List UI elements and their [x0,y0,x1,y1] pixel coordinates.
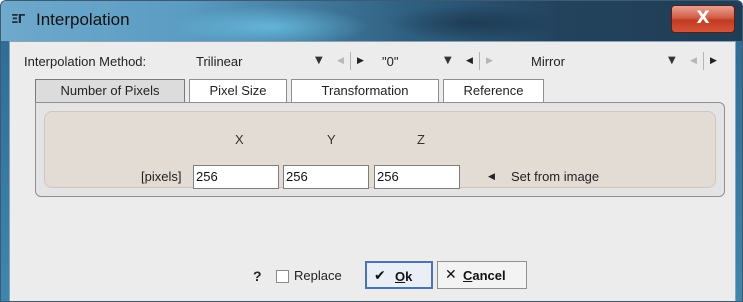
tab-panel: X Y Z [pixels] 256 256 256 ◀ Set from im… [35,102,725,197]
column-header-x: X [235,132,244,147]
ok-button-label: Ok [395,269,413,284]
divider [479,52,480,70]
third-dropdown-value[interactable]: Mirror [531,54,565,69]
method-dropdown-arrow-icon[interactable]: ▼ [315,55,323,66]
cancel-button[interactable]: ✕ Cancel [437,261,527,289]
ok-button[interactable]: ✔ Ok [365,261,433,289]
replace-label[interactable]: Replace [294,268,342,283]
pixels-row-label: [pixels] [141,169,182,184]
method-prev-arrow-icon[interactable]: ◀ [337,56,344,66]
third-dropdown-arrow-icon[interactable]: ▼ [668,55,676,66]
divider [703,52,704,70]
interpolation-window: ΞΓ Interpolation X Interpolation Method:… [0,0,743,302]
app-icon: ΞΓ [11,12,25,26]
method-next-arrow-icon[interactable]: ▶ [357,56,364,66]
method-dropdown-value[interactable]: Trilinear [196,54,242,69]
third-prev-arrow-icon[interactable]: ◀ [690,56,697,66]
cancel-button-label: Cancel [463,268,506,283]
second-dropdown-value[interactable]: "0" [382,54,398,69]
interpolation-method-label: Interpolation Method: [24,54,147,69]
z-pixels-input[interactable]: 256 [374,165,460,189]
second-prev-arrow-icon[interactable]: ◀ [466,56,473,66]
method-row: Interpolation Method: Trilinear ▼ ◀ ▶ "0… [10,52,735,76]
x-pixels-input[interactable]: 256 [193,165,279,189]
title-bar[interactable]: ΞΓ Interpolation X [1,1,742,41]
replace-checkbox[interactable] [276,270,289,283]
close-icon: X [696,8,710,28]
help-icon[interactable]: ? [253,268,262,284]
set-from-image-button[interactable]: Set from image [511,169,599,184]
third-next-arrow-icon[interactable]: ▶ [710,56,717,66]
cancel-x-icon: ✕ [445,267,457,283]
tab-transformation[interactable]: Transformation [291,79,439,102]
tab-pixel-size[interactable]: Pixel Size [189,79,287,102]
y-pixels-input[interactable]: 256 [283,165,369,189]
divider [350,52,351,70]
pixels-panel: X Y Z [pixels] 256 256 256 ◀ Set from im… [44,111,716,189]
column-header-z: Z [417,132,425,147]
checkmark-icon: ✔ [374,268,386,284]
second-dropdown-arrow-icon[interactable]: ▼ [444,55,452,66]
set-from-image-arrow-icon[interactable]: ◀ [488,172,495,182]
second-next-arrow-icon[interactable]: ▶ [486,56,493,66]
column-header-y: Y [327,132,336,147]
tab-number-of-pixels[interactable]: Number of Pixels [35,79,185,104]
tab-reference[interactable]: Reference [443,79,544,102]
window-title: Interpolation [36,10,130,29]
close-button[interactable]: X [671,5,735,33]
